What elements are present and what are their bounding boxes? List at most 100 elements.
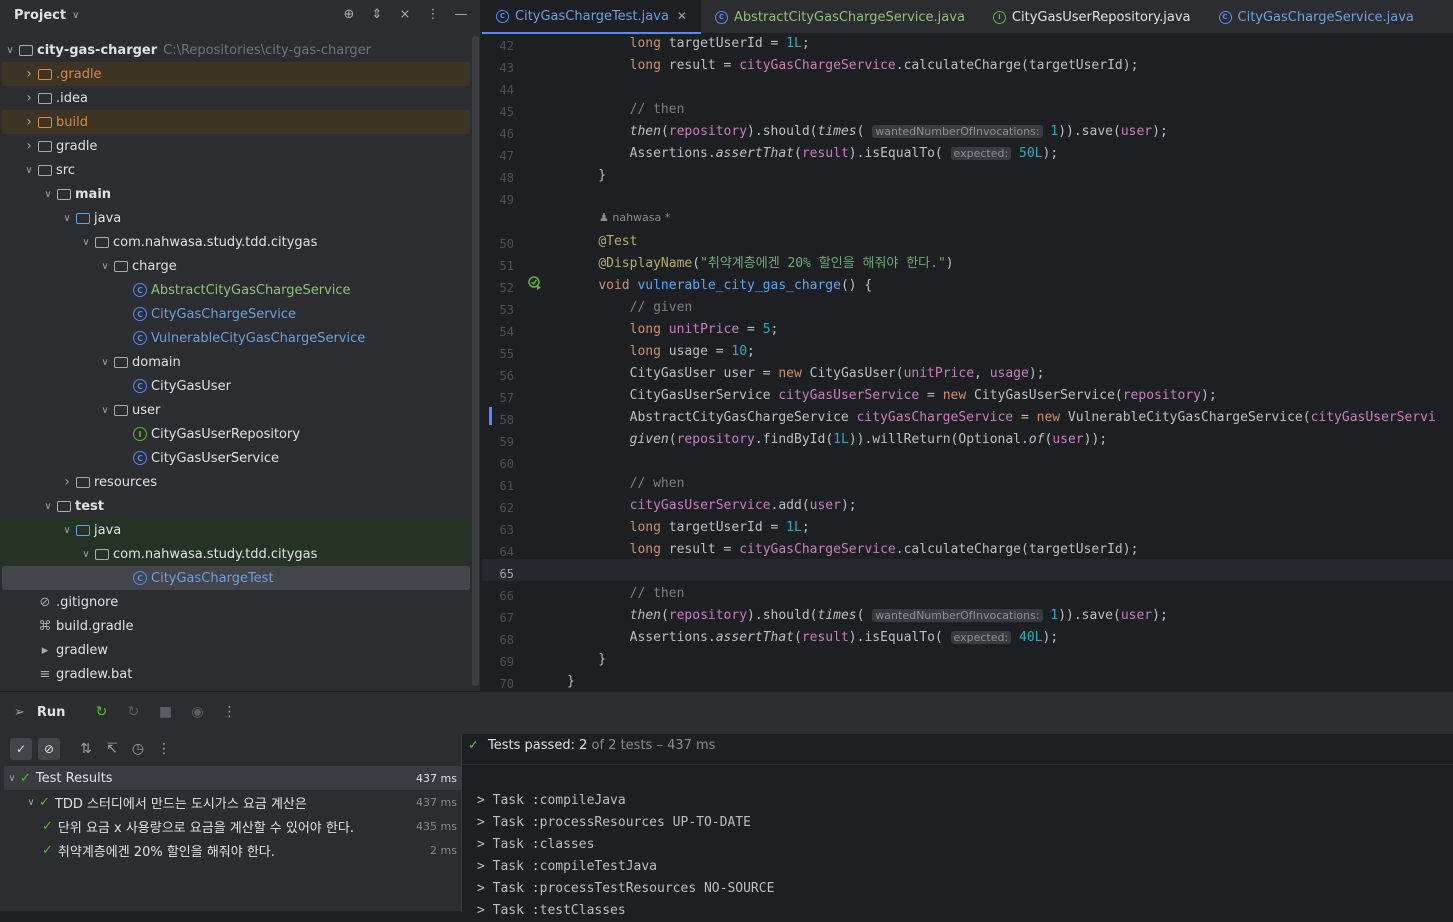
- line-number[interactable]: 54: [482, 325, 514, 339]
- tree-item[interactable]: ⌘ build.gradle: [2, 614, 470, 638]
- line-number[interactable]: 62: [482, 501, 514, 515]
- more-options-icon[interactable]: ⋮: [219, 704, 239, 720]
- collapse-all-icon[interactable]: ⨯: [396, 5, 414, 23]
- line-number[interactable]: 65: [482, 567, 514, 581]
- tree-item[interactable]: ⊘ .gitignore: [2, 590, 470, 614]
- tree-item[interactable]: C CityGasChargeTest: [2, 566, 470, 590]
- tree-item[interactable]: ∨ com.nahwasa.study.tdd.citygas: [2, 542, 470, 566]
- line-number[interactable]: 43: [482, 61, 514, 75]
- chevron-down-icon[interactable]: ∨: [78, 237, 94, 248]
- line-number[interactable]: 70: [482, 677, 514, 691]
- line-number[interactable]: 48: [482, 171, 514, 185]
- test-row[interactable]: ∨ ✓ Test Results 437 ms: [4, 766, 461, 790]
- more-options-icon[interactable]: ⋮: [424, 5, 442, 23]
- tree-item[interactable]: ∨ java: [2, 518, 470, 542]
- tree-item[interactable]: C VulnerableCityGasChargeService: [2, 326, 470, 350]
- chevron-right-icon[interactable]: ›: [21, 114, 37, 130]
- editor-tab[interactable]: C CityGasChargeService.java: [1205, 0, 1428, 34]
- tree-item[interactable]: ≡ gradlew.bat: [2, 662, 470, 686]
- run-test-icon[interactable]: [528, 276, 542, 290]
- line-number[interactable]: 63: [482, 523, 514, 537]
- test-row[interactable]: ✓ 단위 요금 x 사용량으로 요금을 계산할 수 있어야 한다. 435 ms: [4, 814, 461, 838]
- chevron-down-icon[interactable]: ∨: [78, 549, 94, 560]
- stop-icon[interactable]: ■: [155, 704, 175, 720]
- rerun-icon[interactable]: ↻: [91, 704, 111, 720]
- chevron-down-icon[interactable]: ∨: [40, 189, 56, 200]
- line-number[interactable]: 51: [482, 259, 514, 273]
- more-options-icon[interactable]: ⋮: [154, 741, 174, 757]
- line-number[interactable]: 52: [482, 281, 514, 295]
- editor-tab[interactable]: C AbstractCityGasChargeService.java: [701, 0, 979, 34]
- line-number[interactable]: 55: [482, 347, 514, 361]
- chevron-down-icon[interactable]: ∨: [2, 45, 18, 56]
- expand-all-icon[interactable]: ⇕: [368, 5, 386, 23]
- line-number[interactable]: 58: [482, 413, 514, 427]
- line-number[interactable]: 42: [482, 39, 514, 53]
- line-number[interactable]: 69: [482, 655, 514, 669]
- tree-item[interactable]: ∨ city-gas-charger C:\Repositories\city-ga…: [2, 38, 470, 62]
- sort-icon[interactable]: ⇅: [76, 741, 96, 757]
- test-row[interactable]: ✓ 취약계층에겐 20% 할인을 해줘야 한다. 2 ms: [4, 838, 461, 862]
- watch-icon[interactable]: ◉: [187, 704, 207, 720]
- tree-item[interactable]: C CityGasUserService: [2, 446, 470, 470]
- chevron-down-icon[interactable]: ∨: [59, 213, 75, 224]
- show-ignored-toggle[interactable]: ⊘: [38, 738, 60, 760]
- history-icon[interactable]: ◷: [128, 741, 148, 757]
- tree-item[interactable]: ▸ gradlew: [2, 638, 470, 662]
- line-number[interactable]: 49: [482, 193, 514, 207]
- close-icon[interactable]: ✕: [677, 9, 687, 23]
- tree-item[interactable]: ∨ main: [2, 182, 470, 206]
- line-number[interactable]: 44: [482, 83, 514, 97]
- line-number[interactable]: 66: [482, 589, 514, 603]
- line-number[interactable]: 56: [482, 369, 514, 383]
- line-number[interactable]: 64: [482, 545, 514, 559]
- hide-panel-icon[interactable]: —: [452, 5, 470, 23]
- chevron-down-icon[interactable]: ∨: [21, 165, 37, 176]
- tree-item[interactable]: C AbstractCityGasChargeService: [2, 278, 470, 302]
- tree-item[interactable]: ∨ user: [2, 398, 470, 422]
- tree-item[interactable]: › resources: [2, 470, 470, 494]
- editor-tab[interactable]: I CityGasUserRepository.java: [979, 0, 1205, 34]
- chevron-right-icon[interactable]: ›: [21, 90, 37, 106]
- line-number[interactable]: 68: [482, 633, 514, 647]
- tree-item[interactable]: › build: [2, 110, 470, 134]
- tree-item[interactable]: ∨ test: [2, 494, 470, 518]
- author-hint[interactable]: ♟ nahwasa *: [599, 211, 670, 224]
- tree-item[interactable]: ∨ com.nahwasa.study.tdd.citygas: [2, 230, 470, 254]
- locate-icon[interactable]: ⊕: [340, 5, 358, 23]
- chevron-down-icon[interactable]: ∨: [59, 525, 75, 536]
- rerun-failed-icon[interactable]: ↻: [123, 704, 143, 720]
- tree-item[interactable]: I CityGasUserRepository: [2, 422, 470, 446]
- change-marker[interactable]: [489, 407, 492, 425]
- chevron-right-icon[interactable]: ›: [21, 66, 37, 82]
- line-number[interactable]: 50: [482, 237, 514, 251]
- tree-item[interactable]: C CityGasChargeService: [2, 302, 470, 326]
- line-number[interactable]: 45: [482, 105, 514, 119]
- chevron-down-icon[interactable]: ∨: [4, 773, 20, 784]
- line-number[interactable]: 53: [482, 303, 514, 317]
- line-number[interactable]: 67: [482, 611, 514, 625]
- tree-item[interactable]: › .idea: [2, 86, 470, 110]
- line-number[interactable]: 57: [482, 391, 514, 405]
- tree-item[interactable]: ∨ java: [2, 206, 470, 230]
- editor-tab[interactable]: C CityGasChargeTest.java ✕: [482, 0, 701, 34]
- test-row[interactable]: ∨ ✓ TDD 스터디에서 만드는 도시가스 요금 계산은 437 ms: [4, 790, 461, 814]
- line-number[interactable]: 47: [482, 149, 514, 163]
- console-output[interactable]: ✓ Tests passed: 2 of 2 tests – 437 ms > …: [462, 734, 1453, 918]
- line-number[interactable]: 59: [482, 435, 514, 449]
- code-editor[interactable]: 42 43 44 45 46 47 48 49 50 51 52 53 54 55 56 57 58 59 60 61…: [482, 35, 1453, 691]
- tree-item[interactable]: C CityGasUser: [2, 374, 470, 398]
- project-scrollbar[interactable]: [472, 36, 479, 686]
- chevron-down-icon[interactable]: ∨: [97, 405, 113, 416]
- line-number[interactable]: 46: [482, 127, 514, 141]
- chevron-right-icon[interactable]: ›: [21, 138, 37, 154]
- tree-item[interactable]: › gradle: [2, 134, 470, 158]
- line-number[interactable]: 61: [482, 479, 514, 493]
- chevron-down-icon[interactable]: ∨: [23, 797, 39, 808]
- chevron-down-icon[interactable]: ∨: [97, 357, 113, 368]
- show-passed-toggle[interactable]: ✓: [10, 738, 32, 760]
- project-panel-title[interactable]: Project: [14, 8, 66, 23]
- run-panel-title[interactable]: Run: [37, 705, 66, 720]
- chevron-right-icon[interactable]: ›: [59, 474, 75, 490]
- tree-item[interactable]: ∨ charge: [2, 254, 470, 278]
